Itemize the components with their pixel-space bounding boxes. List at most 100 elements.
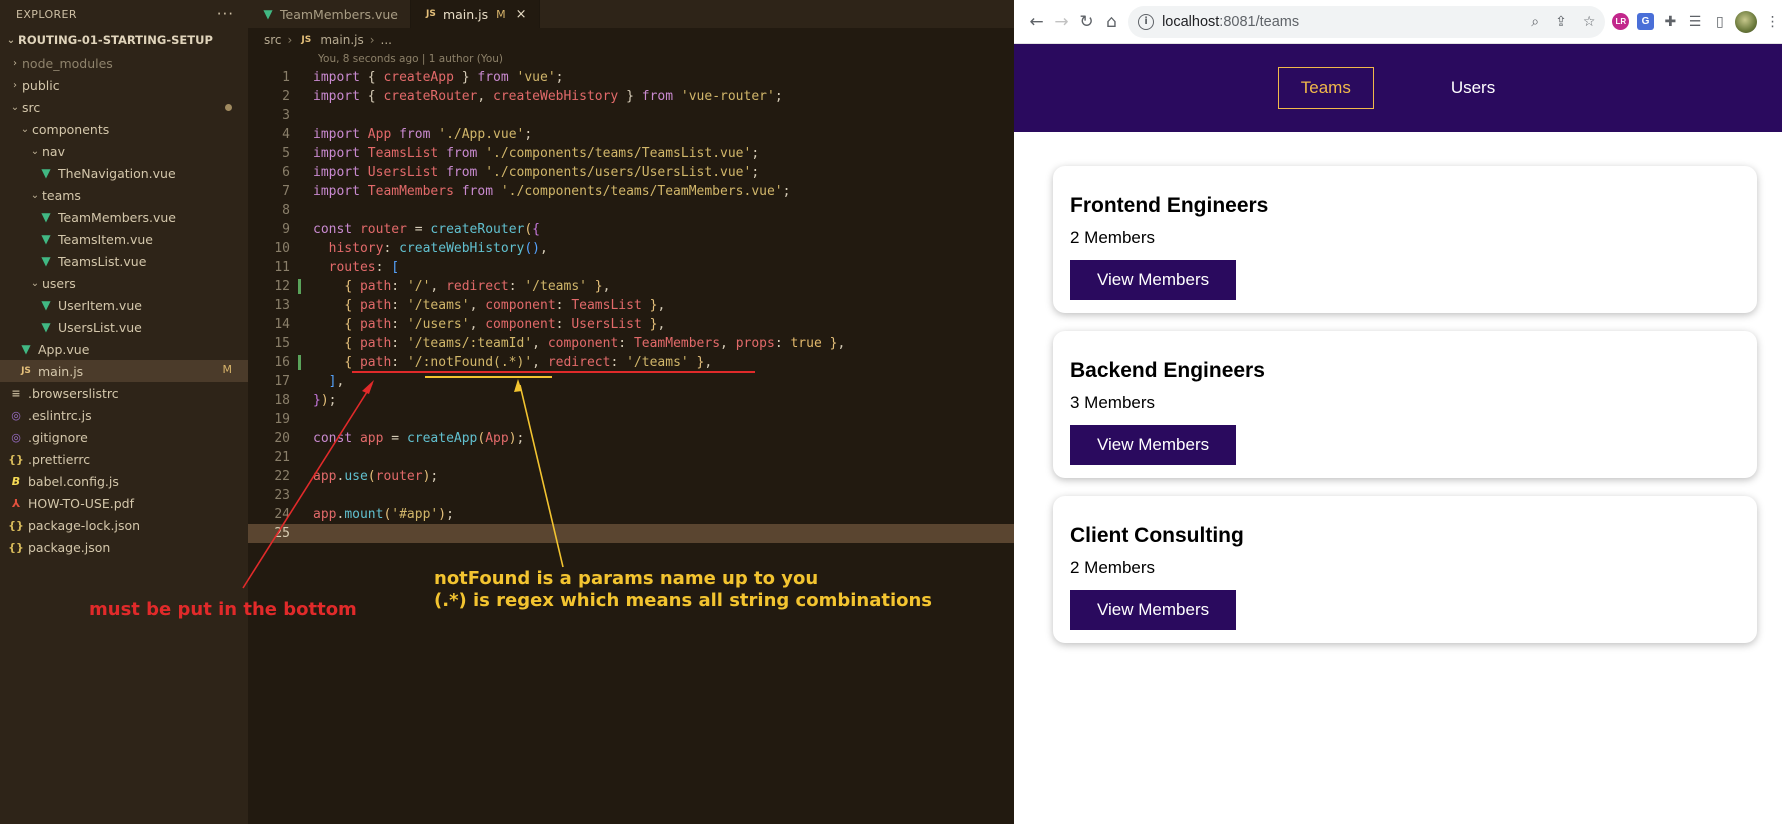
file-item[interactable]: ▼ UsersList.vue bbox=[0, 316, 248, 338]
extensions-puzzle-icon[interactable]: ✚ bbox=[1661, 8, 1680, 36]
breadcrumb-src[interactable]: src bbox=[264, 33, 282, 47]
file-item[interactable]: ◎ .gitignore bbox=[0, 426, 248, 448]
address-bar[interactable]: i localhost:8081/teams ⌕ ⇪ ☆ bbox=[1128, 5, 1606, 38]
code-text: { path: '/', redirect: '/teams' }, bbox=[290, 277, 610, 296]
file-item[interactable]: {} package.json bbox=[0, 536, 248, 558]
file-item[interactable]: ⅄ HOW-TO-USE.pdf bbox=[0, 492, 248, 514]
media-queue-icon[interactable]: ☰ bbox=[1686, 8, 1705, 36]
view-members-button[interactable]: View Members bbox=[1070, 590, 1237, 630]
folder-item[interactable]: › public bbox=[0, 74, 248, 96]
code-line[interactable]: 18}); bbox=[248, 391, 1014, 410]
git-blame-info[interactable]: You, 8 seconds ago | 1 author (You) bbox=[318, 53, 503, 65]
side-panel-icon[interactable]: ▯ bbox=[1710, 8, 1729, 36]
folder-item[interactable]: ⌄ nav bbox=[0, 140, 248, 162]
extension-lr-icon[interactable]: LR bbox=[1611, 8, 1630, 36]
code-line[interactable]: 13 { path: '/teams', component: TeamsLis… bbox=[248, 296, 1014, 315]
code-line[interactable]: 23 bbox=[248, 486, 1014, 505]
code-line[interactable]: 9 const router = createRouter({ bbox=[248, 220, 1014, 239]
folder-item[interactable]: ⌄ users bbox=[0, 272, 248, 294]
code-line[interactable]: 21 bbox=[248, 448, 1014, 467]
code-line[interactable]: 19 bbox=[248, 410, 1014, 429]
code-line[interactable]: 8 bbox=[248, 201, 1014, 220]
code-editor[interactable]: 1 import { createApp } from 'vue'; 2 import… bbox=[248, 68, 1014, 543]
file-item[interactable]: ◎ .eslintrc.js bbox=[0, 404, 248, 426]
home-icon[interactable]: ⌂ bbox=[1099, 6, 1124, 38]
code-token: TeamMembers bbox=[633, 336, 721, 351]
folder-item[interactable]: ⌄ components bbox=[0, 118, 248, 140]
code-line[interactable]: 25 bbox=[248, 524, 1014, 543]
code-line[interactable]: 12 { path: '/', redirect: '/teams' }, bbox=[248, 277, 1014, 296]
site-info-icon[interactable]: i bbox=[1138, 13, 1155, 30]
code-line[interactable]: 5 import TeamsList from './components/tea… bbox=[248, 144, 1014, 163]
code-text: const router = createRouter({ bbox=[290, 220, 540, 239]
breadcrumb-file[interactable]: main.js bbox=[320, 33, 363, 47]
code-line[interactable]: 15 { path: '/teams/:teamId', component: … bbox=[248, 334, 1014, 353]
more-actions-icon[interactable]: ··· bbox=[217, 5, 234, 23]
forward-icon[interactable]: → bbox=[1049, 6, 1074, 38]
code-token: TeamsList bbox=[367, 146, 447, 161]
code-line[interactable]: 1 import { createApp } from 'vue'; bbox=[248, 68, 1014, 87]
code-line[interactable]: 20 const app = createApp(App); bbox=[248, 429, 1014, 448]
code-token: 'vue-router' bbox=[680, 89, 775, 104]
nav-users-link[interactable]: Users bbox=[1428, 67, 1518, 109]
chevron-right-icon: › bbox=[13, 79, 17, 91]
bookmark-star-icon[interactable]: ☆ bbox=[1583, 14, 1596, 30]
git-change-marker bbox=[298, 355, 301, 370]
code-line[interactable]: 10 history: createWebHistory(), bbox=[248, 239, 1014, 258]
json-file-icon: {} bbox=[8, 540, 24, 554]
folder-item[interactable]: ⌄ teams bbox=[0, 184, 248, 206]
breadcrumb: src › JS main.js › ... bbox=[248, 28, 1014, 52]
code-line[interactable]: 16 { path: '/:notFound(.*)', redirect: '… bbox=[248, 353, 1014, 372]
file-item[interactable]: ▼ UserItem.vue bbox=[0, 294, 248, 316]
code-line[interactable]: 3 bbox=[248, 106, 1014, 125]
code-line[interactable]: 14 { path: '/users', component: UsersLis… bbox=[248, 315, 1014, 334]
view-members-button[interactable]: View Members bbox=[1070, 260, 1237, 300]
file-item[interactable]: ▼ App.vue bbox=[0, 338, 248, 360]
code-line[interactable]: 7 import TeamMembers from './components/t… bbox=[248, 182, 1014, 201]
folder-item[interactable]: ⌄ src bbox=[0, 96, 248, 118]
file-item[interactable]: {} .prettierrc bbox=[0, 448, 248, 470]
share-icon[interactable]: ⇪ bbox=[1555, 14, 1567, 30]
file-item[interactable]: Bbabel.config.js bbox=[0, 470, 248, 492]
back-icon[interactable]: ← bbox=[1024, 6, 1049, 38]
file-item[interactable]: ▼ TeamMembers.vue bbox=[0, 206, 248, 228]
file-item[interactable]: JS main.js M bbox=[0, 360, 248, 382]
yellow-annotation-note: notFound is a params name up to you (.*)… bbox=[434, 568, 932, 612]
browser-menu-icon[interactable]: ⋮ bbox=[1763, 8, 1782, 36]
nav-teams-link[interactable]: Teams bbox=[1277, 67, 1374, 109]
code-token: const bbox=[313, 431, 360, 446]
tab-teammembers-vue[interactable]: ▼ TeamMembers.vue bbox=[248, 0, 411, 28]
code-token: , bbox=[540, 241, 548, 256]
file-item[interactable]: ▼ TeamsItem.vue bbox=[0, 228, 248, 250]
file-item[interactable]: {} package-lock.json bbox=[0, 514, 248, 536]
code-token: history bbox=[328, 241, 384, 256]
code-line[interactable]: 24 app.mount('#app'); bbox=[248, 505, 1014, 524]
code-line[interactable]: 6 import UsersList from './components/use… bbox=[248, 163, 1014, 182]
tree-item-label: App.vue bbox=[38, 341, 90, 357]
translate-extension-icon[interactable]: G bbox=[1636, 8, 1655, 36]
code-token: App bbox=[485, 431, 509, 446]
code-line[interactable]: 17 ], bbox=[248, 372, 1014, 391]
zoom-icon[interactable]: ⌕ bbox=[1531, 14, 1539, 30]
close-icon[interactable]: × bbox=[516, 7, 527, 22]
code-text: import { createRouter, createWebHistory … bbox=[290, 87, 783, 106]
breadcrumb-symbol[interactable]: ... bbox=[381, 33, 392, 47]
file-item[interactable]: ▼ TeamsList.vue bbox=[0, 250, 248, 272]
view-members-button[interactable]: View Members bbox=[1070, 425, 1237, 465]
profile-avatar[interactable] bbox=[1735, 8, 1758, 36]
tab-main-js[interactable]: JS main.js M × bbox=[410, 0, 540, 28]
code-line[interactable]: 2 import { createRouter, createWebHistory… bbox=[248, 87, 1014, 106]
code-line[interactable]: 22 app.use(router); bbox=[248, 467, 1014, 486]
reload-icon[interactable]: ↻ bbox=[1074, 6, 1099, 38]
code-token: createApp bbox=[383, 70, 454, 85]
code-line[interactable]: 11 routes: [ bbox=[248, 258, 1014, 277]
code-text: { path: '/teams/:teamId', component: Tea… bbox=[290, 334, 845, 353]
project-folder[interactable]: ⌄ ROUTING-01-STARTING-SETUP bbox=[0, 28, 248, 52]
code-token: routes bbox=[328, 260, 376, 275]
file-item[interactable]: ≡ .browserslistrc bbox=[0, 382, 248, 404]
file-item[interactable]: ▼ TheNavigation.vue bbox=[0, 162, 248, 184]
folder-item[interactable]: › node_modules bbox=[0, 52, 248, 74]
code-line[interactable]: 4 import App from './App.vue'; bbox=[248, 125, 1014, 144]
